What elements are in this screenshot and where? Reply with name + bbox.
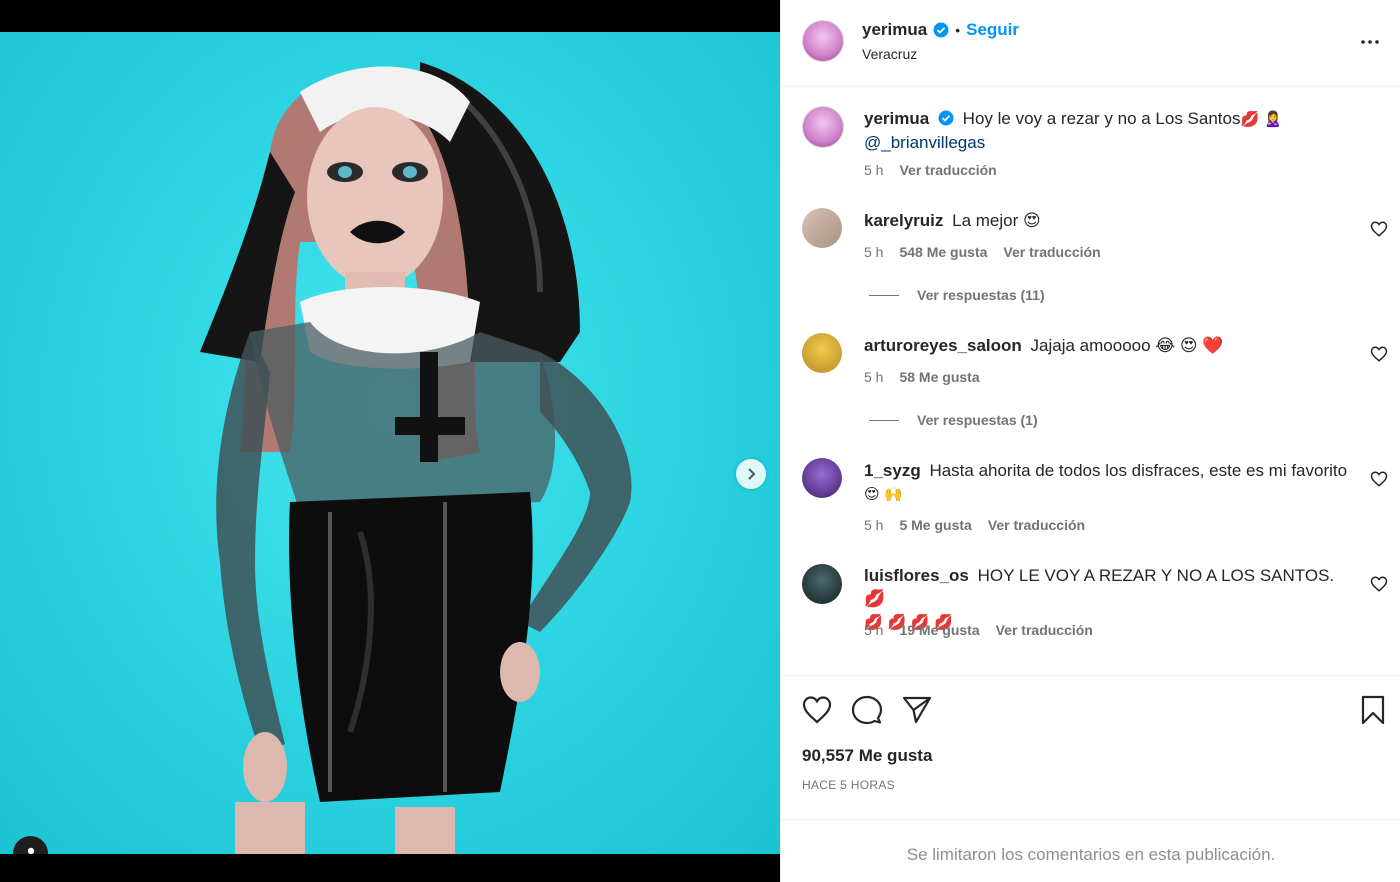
comment-meta: 5 h 19 Me gusta Ver traducción [864, 622, 1093, 638]
separator-dot: • [955, 22, 961, 38]
caption: yerimua Hoy le voy a rezar y no a Los Sa… [864, 107, 1354, 154]
verified-badge-icon [938, 110, 954, 126]
comment-icon[interactable] [851, 694, 883, 726]
view-replies-button[interactable]: Ver respuestas (11) [869, 287, 1045, 303]
heart-icon[interactable] [801, 694, 833, 726]
view-replies-button[interactable]: Ver respuestas (1) [869, 412, 1038, 428]
comment-time[interactable]: 5 h [864, 369, 883, 385]
caption-time[interactable]: 5 h [864, 162, 883, 178]
comment-translate-link[interactable]: Ver traducción [988, 517, 1085, 533]
comment-time[interactable]: 5 h [864, 622, 883, 638]
comment-meta: 5 h 58 Me gusta [864, 369, 980, 385]
comment-like-heart-icon[interactable] [1370, 345, 1388, 363]
comment-likes[interactable]: 19 Me gusta [899, 622, 979, 638]
caption-translate-link[interactable]: Ver traducción [899, 162, 996, 178]
comment-username[interactable]: 1_syzg [864, 461, 921, 480]
comment-translate-link[interactable]: Ver traducción [1003, 244, 1100, 260]
comment-likes[interactable]: 5 Me gusta [899, 517, 971, 533]
replies-line [869, 419, 899, 421]
post-timestamp[interactable]: HACE 5 HORAS [802, 778, 895, 792]
replies-line [869, 294, 899, 296]
comment-likes[interactable]: 58 Me gusta [899, 369, 979, 385]
caption-mention[interactable]: @_brianvillegas [864, 133, 985, 152]
comment-translate-link[interactable]: Ver traducción [996, 622, 1093, 638]
comment-likes[interactable]: 548 Me gusta [899, 244, 987, 260]
comment-meta: 5 h 5 Me gusta Ver traducción [864, 517, 1085, 533]
comment-username[interactable]: arturoreyes_saloon [864, 336, 1022, 355]
bookmark-icon[interactable] [1357, 694, 1389, 726]
comments-limited-notice: Se limitaron los comentarios en esta pub… [906, 845, 1276, 864]
caption-emojis: 💋 🙎‍♀️ [1240, 110, 1283, 128]
comment-text: La mejor 😍 [952, 211, 1041, 230]
post-actions: 90,557 Me gusta HACE 5 HORAS [781, 675, 1400, 820]
comments-list: yerimua Hoy le voy a rezar y no a Los Sa… [781, 88, 1400, 674]
comment-username[interactable]: luisflores_os [864, 566, 969, 585]
comment-avatar[interactable] [802, 208, 842, 248]
next-image-button[interactable] [736, 459, 766, 489]
comment-meta: 5 h 548 Me gusta Ver traducción [864, 244, 1101, 260]
follow-button[interactable]: Seguir [966, 20, 1019, 40]
comment-avatar[interactable] [802, 333, 842, 373]
comment-emojis: 😍 🙌 [864, 485, 904, 503]
comment-like-heart-icon[interactable] [1370, 575, 1388, 593]
photo-figure [200, 62, 632, 854]
caption-username[interactable]: yerimua [864, 109, 929, 128]
send-icon[interactable] [901, 694, 933, 726]
comment-username[interactable]: karelyruiz [864, 211, 943, 230]
caption-author-avatar[interactable] [802, 106, 844, 148]
comment-like-heart-icon[interactable] [1370, 220, 1388, 238]
post-dialog: yerimua • Seguir Veracruz yerimua Hoy le… [0, 0, 1400, 882]
post-media [0, 0, 780, 882]
comment-text: Jajaja amooooo 😂 😍 ❤️ [1030, 336, 1224, 355]
user-tag-icon [27, 847, 34, 854]
more-options-icon[interactable] [1358, 30, 1382, 54]
chevron-right-icon [748, 468, 756, 480]
caption-text: Hoy le voy a rezar y no a Los Santos [962, 109, 1241, 128]
post-header: yerimua • Seguir Veracruz [781, 0, 1400, 87]
verified-badge-icon [933, 22, 949, 38]
comment-time[interactable]: 5 h [864, 244, 883, 260]
comment-item: arturoreyes_saloon Jajaja amooooo 😂 😍 ❤️ [864, 334, 1354, 357]
comment-like-heart-icon[interactable] [1370, 470, 1388, 488]
comment-avatar[interactable] [802, 458, 842, 498]
view-replies-label: Ver respuestas (1) [917, 412, 1038, 428]
comment-time[interactable]: 5 h [864, 517, 883, 533]
comment-item: karelyruiz La mejor 😍 [864, 209, 1354, 232]
comment-item: 1_syzg Hasta ahorita de todos los disfra… [864, 459, 1354, 506]
post-photo[interactable] [0, 32, 780, 854]
author-avatar[interactable] [802, 20, 844, 62]
post-likes-count[interactable]: 90,557 Me gusta [802, 746, 932, 766]
caption-meta: 5 h Ver traducción [864, 162, 997, 178]
comment-text: Hasta ahorita de todos los disfraces, es… [929, 461, 1348, 480]
author-username[interactable]: yerimua [862, 20, 927, 40]
post-location[interactable]: Veracruz [862, 46, 917, 62]
comment-avatar[interactable] [802, 564, 842, 604]
post-side-panel: yerimua • Seguir Veracruz yerimua Hoy le… [780, 0, 1400, 882]
view-replies-label: Ver respuestas (11) [917, 287, 1045, 303]
author-row: yerimua • Seguir [862, 20, 1019, 40]
